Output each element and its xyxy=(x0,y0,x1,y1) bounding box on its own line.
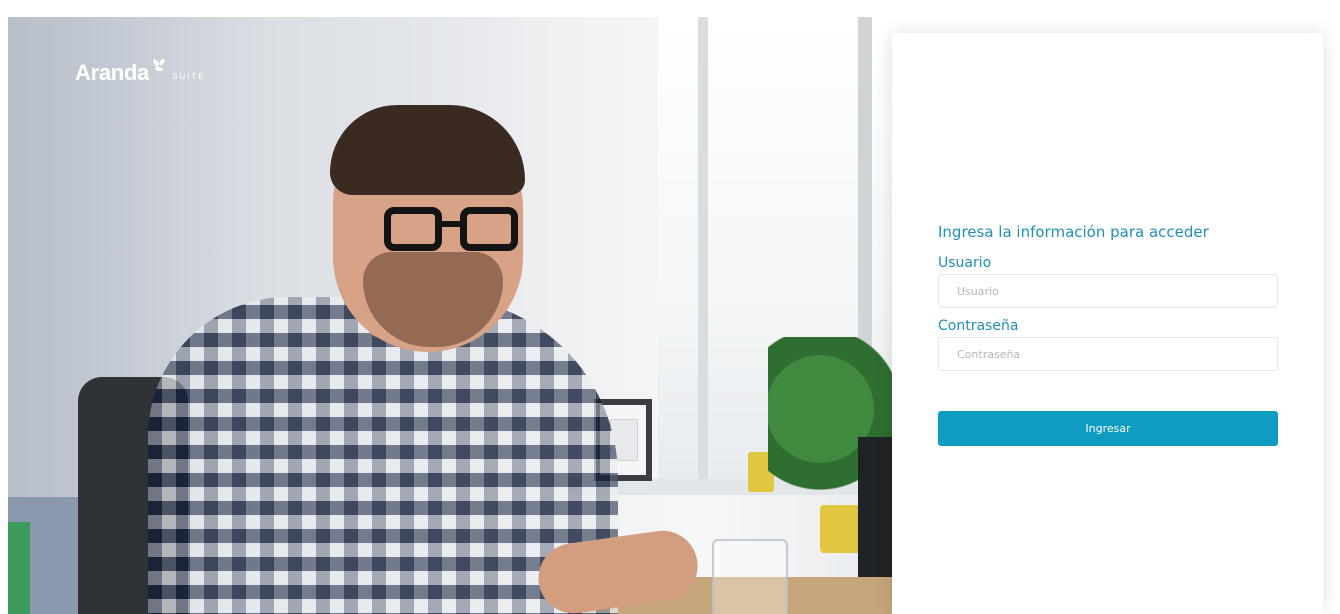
username-label: Usuario xyxy=(938,255,992,271)
brand-suite: SUITE xyxy=(172,72,206,81)
password-label: Contraseña xyxy=(938,318,1019,334)
monitor xyxy=(858,437,892,597)
login-prompt: Ingresa la información para acceder xyxy=(938,223,1209,241)
leaf-logo-icon xyxy=(150,58,168,76)
window-frame xyxy=(698,17,708,487)
brand-logo: Aranda SUITE xyxy=(75,58,206,85)
person-hair xyxy=(330,105,525,195)
water-glass xyxy=(712,539,788,614)
login-button[interactable]: Ingresar xyxy=(938,411,1278,446)
login-card: Ingresa la información para acceder Usua… xyxy=(892,33,1323,614)
username-field-group: Usuario xyxy=(938,255,1278,308)
username-input[interactable] xyxy=(938,274,1278,308)
password-field-group: Contraseña xyxy=(938,318,1278,371)
hero-photo xyxy=(8,17,892,614)
login-form: Ingresa la información para acceder Usua… xyxy=(938,223,1278,446)
green-cushion xyxy=(8,522,30,614)
brand-name: Aranda xyxy=(75,60,149,85)
glasses xyxy=(378,207,528,255)
password-input[interactable] xyxy=(938,337,1278,371)
